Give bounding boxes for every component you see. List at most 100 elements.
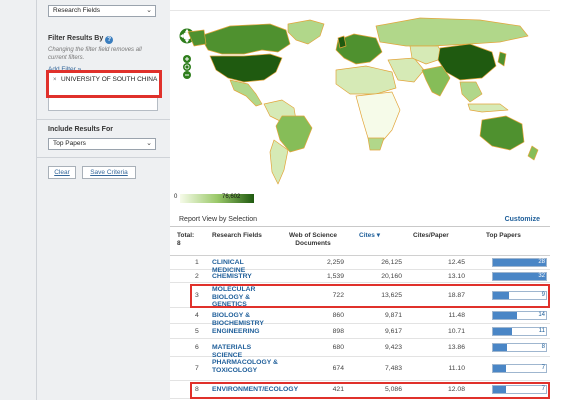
section-divider: [37, 119, 170, 120]
top-papers-count: 32: [538, 273, 545, 279]
top-papers-bar[interactable]: 32: [492, 272, 547, 281]
include-results-select-value: Top Papers: [53, 140, 86, 147]
filter-sidebar: Research Fields ⌄ Filter Results By? Cha…: [0, 0, 170, 400]
help-icon[interactable]: ?: [105, 36, 114, 44]
column-header-top-papers[interactable]: Top Papers: [486, 232, 521, 240]
row-wos-documents: 1,539: [326, 273, 344, 280]
filter-results-heading: Filter Results By?: [48, 35, 114, 44]
table-row: 2 CHEMISTRY 1,539 20,160 13.10 32: [170, 270, 550, 283]
column-header-research-fields[interactable]: Research Fields: [212, 232, 262, 240]
legend-min-label: 0: [174, 194, 178, 200]
map-region-canada: [199, 23, 291, 55]
top-papers-bar-fill: [493, 344, 507, 351]
row-rank: 6: [195, 344, 199, 351]
top-papers-bar[interactable]: 14: [492, 311, 547, 320]
top-papers-count: 14: [538, 312, 545, 318]
column-header-wos-documents[interactable]: Web of Science Documents: [282, 232, 344, 247]
map-region-africa-south: [355, 91, 401, 145]
include-results-select[interactable]: Top Papers ⌄: [48, 138, 156, 150]
map-region-north-africa: [335, 65, 397, 95]
map-region-usa: [209, 53, 283, 83]
row-rank: 1: [195, 259, 199, 266]
row-cites-per-paper: 10.71: [447, 328, 465, 335]
row-cites: 9,871: [384, 312, 402, 319]
table-row: 6 MATERIALS SCIENCE 680 9,423 13.86 8: [170, 339, 550, 359]
row-cites: 26,125: [381, 259, 402, 266]
row-cites: 9,617: [384, 328, 402, 335]
map-legend-gradient: [180, 194, 254, 203]
customize-link[interactable]: Customize: [505, 216, 540, 223]
row-wos-documents: 898: [332, 328, 344, 335]
row-rank: 5: [195, 328, 199, 335]
row-cites-per-paper: 13.86: [447, 344, 465, 351]
table-row: 5 ENGINEERING 898 9,617 10.71 11: [170, 324, 550, 339]
row-wos-documents: 2,259: [326, 259, 344, 266]
zoom-reset-icon[interactable]: [183, 63, 191, 71]
world-map-panel: 0 76,602: [170, 0, 588, 210]
table-row: 4 BIOLOGY & BIOCHEMISTRY 860 9,871 11.48 14: [170, 308, 550, 327]
row-research-field-link[interactable]: CHEMISTRY: [212, 273, 278, 281]
row-cites-per-paper: 11.10: [448, 365, 465, 372]
column-header-total: Total: 8: [177, 232, 195, 247]
row-highlight-box: [190, 382, 550, 399]
top-papers-bar-fill: [493, 328, 512, 335]
chevron-down-icon: ⌄: [146, 140, 152, 147]
map-region-mexico: [229, 79, 263, 107]
sidebar-divider: [36, 0, 37, 400]
row-cites: 20,160: [381, 273, 402, 280]
row-wos-documents: 860: [332, 312, 344, 319]
clear-button[interactable]: Clear: [48, 166, 76, 179]
filter-results-title: Filter Results By: [48, 35, 104, 42]
table-row: 7 PHARMACOLOGY & TOXICOLOGY 674 7,483 11.10 7: [170, 357, 550, 381]
chevron-down-icon: ⌄: [146, 7, 152, 14]
map-region-indonesia: [467, 103, 509, 113]
top-papers-count: 8: [541, 344, 545, 350]
row-cites: 9,423: [384, 344, 402, 351]
active-filter-label: UNIVERSITY OF SOUTH CHINA: [61, 76, 158, 83]
research-fields-select[interactable]: Research Fields ⌄: [48, 5, 156, 17]
map-region-russia: [375, 17, 529, 47]
top-papers-bar-fill: [493, 365, 506, 372]
column-header-cites[interactable]: Cites ▾: [359, 232, 380, 240]
row-cites-per-paper: 12.45: [447, 259, 465, 266]
top-papers-count: 11: [538, 328, 545, 334]
row-research-field-link[interactable]: ENGINEERING: [212, 328, 278, 336]
row-cites: 7,483: [384, 365, 402, 372]
row-wos-documents: 680: [332, 344, 344, 351]
report-panel: Report View by Selection Customize Total…: [170, 211, 550, 400]
row-rank: 2: [195, 273, 199, 280]
zoom-out-icon[interactable]: [183, 71, 191, 79]
table-row: 1 CLINICAL MEDICINE 2,259 26,125 12.45 28: [170, 255, 550, 274]
map-region-australia: [479, 115, 525, 151]
report-title: Report View by Selection: [179, 216, 258, 223]
section-divider: [37, 157, 170, 158]
top-papers-count: 28: [538, 259, 545, 265]
top-papers-bar[interactable]: 7: [492, 364, 547, 373]
zoom-in-icon[interactable]: [183, 55, 191, 63]
map-region-greenland: [287, 19, 325, 45]
top-papers-count: 7: [541, 365, 545, 371]
top-papers-bar[interactable]: 28: [492, 258, 547, 267]
column-header-cites-per-paper[interactable]: Cites/Paper: [413, 232, 449, 240]
world-map[interactable]: [170, 0, 588, 192]
legend-max-label: 76,602: [222, 194, 241, 200]
map-region-southeast-asia: [459, 81, 483, 103]
row-highlight-box: [190, 284, 550, 308]
row-cites-per-paper: 11.48: [448, 312, 465, 319]
row-rank: 7: [195, 365, 199, 372]
top-papers-bar[interactable]: 8: [492, 343, 547, 352]
map-region-japan: [497, 51, 507, 67]
top-papers-bar[interactable]: 11: [492, 327, 547, 336]
save-criteria-button[interactable]: Save Criteria: [82, 166, 136, 179]
row-wos-documents: 674: [332, 365, 344, 372]
top-papers-bar-fill: [493, 312, 517, 319]
active-filter-chip: × UNIVERSITY OF SOUTH CHINA: [46, 70, 162, 98]
include-results-title: Include Results For: [48, 126, 113, 133]
row-cites-per-paper: 13.10: [447, 273, 465, 280]
filter-note: Changing the filter field removes all cu…: [48, 47, 142, 61]
map-region-new-zealand: [527, 145, 539, 161]
row-research-field-link[interactable]: PHARMACOLOGY & TOXICOLOGY: [212, 359, 278, 374]
remove-filter-icon[interactable]: ×: [53, 77, 57, 83]
row-rank: 4: [195, 312, 199, 319]
research-fields-select-value: Research Fields: [53, 7, 100, 14]
